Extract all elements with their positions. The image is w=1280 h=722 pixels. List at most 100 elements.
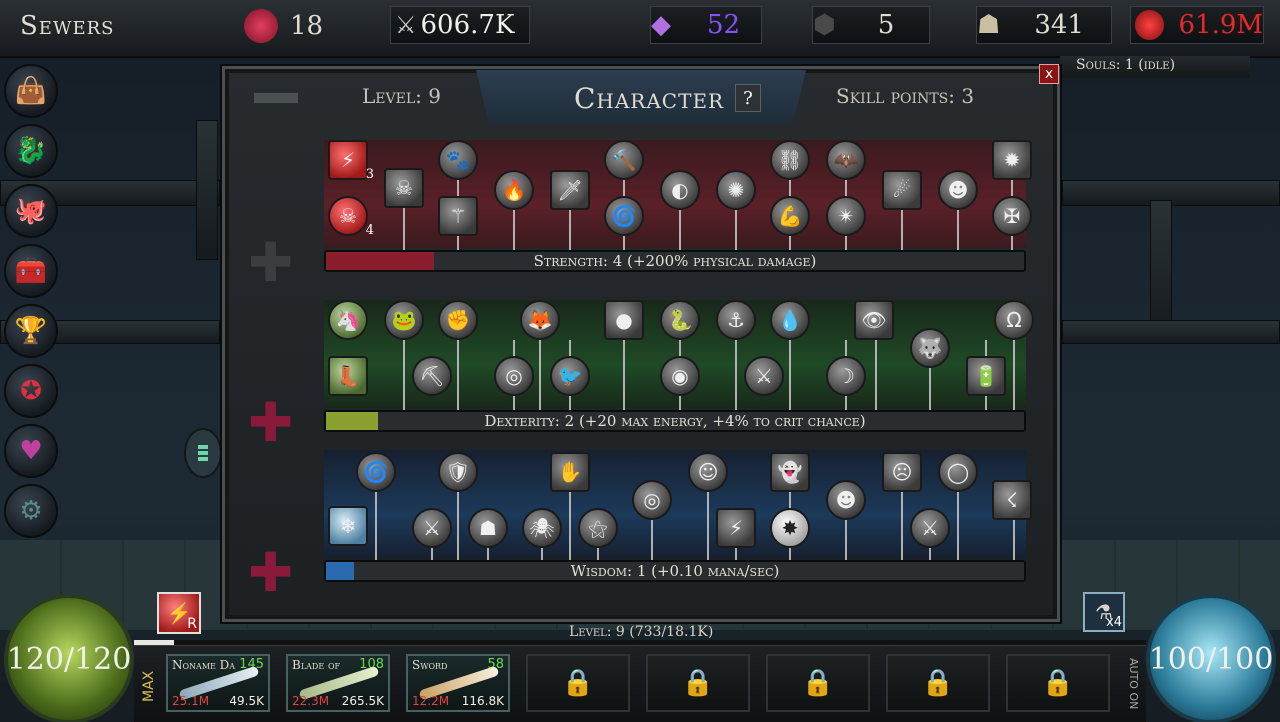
wisdom-plus-button[interactable]: ✚ [248,546,293,600]
strength-skill-explosion[interactable]: ✹ [992,140,1032,180]
max-label[interactable]: MAX [141,660,163,712]
dexterity-skill-daggers[interactable]: ⚔ [744,356,784,396]
chest-button[interactable]: 🧰 [4,244,58,298]
dexterity-skill-unicorn[interactable]: 🦄 [328,300,368,340]
octopus-button[interactable]: 🐙 [4,184,58,238]
strength-skill-hammer[interactable]: 🔨 [604,140,644,180]
locked-slot[interactable]: 🔒 [526,654,630,712]
stone-icon: ⬢ [813,10,836,40]
ability-key: R [187,616,197,632]
dexterity-skill-bird[interactable]: 🐦 [550,356,590,396]
dexterity-skill-hook[interactable]: ⚓ [716,300,756,340]
dexterity-skill-battery[interactable]: 🔋 [966,356,1006,396]
strength-skill-flame[interactable]: 🔥 [494,170,534,210]
dexterity-skill-fox[interactable]: 🦊 [520,300,560,340]
wisdom-skill-face[interactable]: ☺ [688,452,728,492]
dexterity-skill-frog[interactable]: 🐸 [384,300,424,340]
strength-skill-fire[interactable]: ✺ [716,170,756,210]
settings-button[interactable]: ⚙ [4,484,58,538]
wisdom-skill-hood[interactable]: ☗ [468,508,508,548]
dexterity-plus-button[interactable]: ✚ [248,396,293,450]
strength-skill-slash[interactable]: ✴ [826,196,866,236]
wisdom-skill-slashes[interactable]: ⚔ [910,508,950,548]
strength-skill-bat[interactable]: 🦇 [826,140,866,180]
panel-title: Character [574,82,725,115]
dexterity-skill-wolf[interactable]: 🐺 [910,328,950,368]
strength-skill-muscle[interactable]: 💪 [770,196,810,236]
wisdom-skill-spider[interactable]: 🕷 [522,508,562,548]
wisdom-skill-ring[interactable]: ◯ [938,452,978,492]
wisdom-skill-hand[interactable]: ✋ [550,452,590,492]
mana-orb: 100/100 [1146,594,1276,722]
wisdom-skill-snowflake[interactable]: ❄ [328,506,368,546]
close-button[interactable]: x [1039,64,1059,84]
strength-skill-meteor[interactable]: ☄ [882,170,922,210]
wisdom-skill-crossed[interactable]: ⚔ [412,508,452,548]
dexterity-skill-horseshoe[interactable]: Ω [994,300,1034,340]
wisdom-skill-spiral[interactable]: 🌀 [356,452,396,492]
dexterity-skill-eye[interactable]: 👁 [854,300,894,340]
crystal-counter: ◆ 52 [650,6,762,44]
potion-slot[interactable]: ⚗ x4 [1083,592,1125,632]
health-value: 120/120 [6,641,132,677]
dexterity-skill-gauntlet[interactable]: ✊ [438,300,478,340]
strength-skill-wave[interactable]: ◐ [660,170,700,210]
pentagram-icon: ✪ [20,376,42,406]
auto-toggle[interactable]: AUTO ON [1118,656,1140,712]
dexterity-skill-target[interactable]: ◉ [660,356,700,396]
ability-slot-r[interactable]: ⚡ R [157,592,201,634]
wisdom-skill-beam[interactable]: ☇ [992,480,1032,520]
dexterity-skill-swirl[interactable]: ◎ [494,356,534,396]
locked-slot[interactable]: 🔒 [766,654,870,712]
wisdom-skill-burst[interactable]: ✸ [770,508,810,548]
strength-skill-chain[interactable]: ⛓ [770,140,810,180]
xp-fill [134,640,175,645]
strength-skill-vortex[interactable]: 🌀 [604,196,644,236]
wisdom-skill-ghost[interactable]: 👻 [770,452,810,492]
dexterity-skill-axe[interactable]: ⛏ [412,356,452,396]
wisdom-skill-armor[interactable]: 🛡 [438,452,478,492]
inventory-bag-button[interactable]: 👜 [4,64,58,118]
heart-shield-button[interactable]: ♥ [4,424,58,478]
weapon-slot-2[interactable]: Blade of 108 22.3M 265.5K [286,654,390,712]
strength-plus-button[interactable]: ✚ [248,236,293,290]
locked-slot[interactable]: 🔒 [1006,654,1110,712]
strength-skill-skull-mask[interactable]: ☠ [384,168,424,208]
gargoyle-button[interactable]: 🐉 [4,124,58,178]
weapon-slot-1[interactable]: Noname Da 145 25.1M 49.5K [166,654,270,712]
strength-skill-beast[interactable]: 🐾 [438,140,478,180]
wisdom-row: ❄ 🌀 ⚔ 🛡 ☗ 🕷 ✋ ⚝ ◎ ☺ ⚡ 👻 ✸ ☻ ☹ ⚔ ◯ ☇ Wisd… [324,450,1032,584]
strength-skill-halberd[interactable]: ⚚ [438,196,478,236]
dexterity-skill-snake[interactable]: 🐍 [660,300,700,340]
dexterity-skill-drop[interactable]: 💧 [770,300,810,340]
wisdom-skill-mask[interactable]: ☻ [826,480,866,520]
gargoyle-icon: 🐉 [14,136,48,166]
dexterity-skill-shadow[interactable]: ● [604,300,644,340]
strength-skill-wings[interactable]: ✠ [992,196,1032,236]
souls-status: Souls: 1 (idle) [1076,57,1176,73]
minimize-button[interactable] [254,93,298,103]
wisdom-skill-eye[interactable]: ◎ [632,480,672,520]
strength-skill-dash[interactable]: ⚡ 3 [328,140,374,182]
dexterity-skill-boot[interactable]: 👢 [328,356,368,396]
gold-counter: 61.9M [1130,6,1264,44]
strength-skill-blade[interactable]: 🗡 [550,170,590,210]
dexterity-skill-claw[interactable]: ☽ [826,356,866,396]
side-menu: 👜 🐉 🐙 🧰 🏆 ✪ ♥ ⚙ [0,60,62,544]
strength-skill-mask[interactable]: ☻ [938,170,978,210]
chalice-button[interactable]: 🏆 [4,304,58,358]
potion-count: x4 [1106,615,1122,630]
locked-slot[interactable]: 🔒 [646,654,750,712]
wisdom-skill-portrait[interactable]: ☹ [882,452,922,492]
weapon-slot-3[interactable]: Sword 58 12.2M 116.8K [406,654,510,712]
wisdom-skill-lightning[interactable]: ⚡ [716,508,756,548]
side-toggle-button[interactable] [184,428,222,478]
help-button[interactable]: ? [735,84,761,112]
top-resource-bar: Sewers 18 ⚔ 606.7K ◆ 52 ⬢ 5 ☗ 341 61.9M [0,0,1280,58]
dexterity-label: Dexterity: 2 (+20 max energy, +4% to cri… [484,412,866,430]
bag-icon: 👜 [14,76,48,106]
locked-slot[interactable]: 🔒 [886,654,990,712]
pentagram-button[interactable]: ✪ [4,364,58,418]
wisdom-skill-claws[interactable]: ⚝ [578,508,618,548]
strength-skill-skull[interactable]: ☠ 4 [328,196,374,238]
